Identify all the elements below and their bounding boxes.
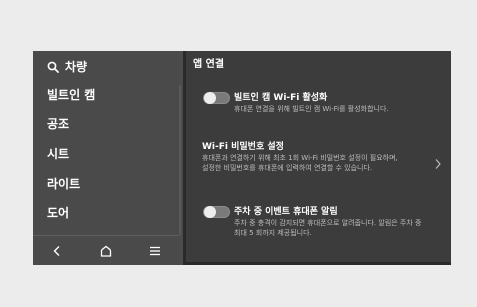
setting-description-line-2: 최대 5 회까지 제공됩니다.	[234, 229, 312, 237]
panel-title: 앱 연결	[193, 59, 225, 70]
setting-description-line-1: 휴대폰과 연결하기 위해 최초 1회 Wi-Fi 비밀번호 설정이 필요하며,	[202, 154, 398, 162]
home-button[interactable]	[95, 240, 117, 262]
car-settings-screen: 차량 빌트인 캠 공조 시트 라이트 도어 앱 연결 빌트인 캠 Wi-Fi 활…	[33, 51, 451, 265]
navigation-bar	[33, 237, 179, 265]
chevron-right-icon	[435, 159, 441, 169]
sidebar-item-door[interactable]: 도어	[47, 204, 69, 221]
setting-description-line-2: 설정한 비밀번호를 휴대폰에 입력하여 연결할 수 있습니다.	[202, 164, 373, 172]
sidebar-item-seat[interactable]: 시트	[47, 145, 69, 162]
menu-icon	[149, 246, 160, 256]
setting-wifi-password[interactable]: Wi-Fi 비밀번호 설정 휴대폰과 연결하기 위해 최초 1회 Wi-Fi 비…	[186, 136, 450, 180]
sidebar: 차량 빌트인 캠 공조 시트 라이트 도어	[33, 51, 179, 265]
setting-description: 휴대폰 연결을 위해 빌트인 캠 Wi-Fi를 활성화합니다.	[234, 105, 389, 113]
toggle-knob	[204, 206, 216, 218]
back-icon	[53, 246, 60, 256]
home-icon	[100, 245, 112, 257]
sidebar-search-label: 차량	[65, 60, 88, 74]
wifi-enable-toggle[interactable]	[203, 92, 230, 104]
setting-parking-alert[interactable]: 주차 중 이벤트 휴대폰 알림 주차 중 충격이 감지되면 휴대폰으로 알려줍니…	[186, 201, 450, 243]
scroll-divider	[179, 85, 181, 235]
sidebar-item-climate[interactable]: 공조	[47, 115, 69, 132]
parking-alert-toggle[interactable]	[203, 206, 230, 218]
setting-title: 주차 중 이벤트 휴대폰 알림	[234, 207, 338, 217]
sidebar-search[interactable]: 차량	[47, 58, 87, 75]
setting-title: 빌트인 캠 Wi-Fi 활성화	[234, 93, 328, 103]
sidebar-item-builtin-cam[interactable]: 빌트인 캠	[47, 86, 95, 103]
toggle-knob	[204, 92, 216, 104]
back-button[interactable]	[46, 240, 68, 262]
setting-description-line-1: 주차 중 충격이 감지되면 휴대폰으로 알려줍니다. 알림은 주차 중	[234, 219, 422, 227]
menu-button[interactable]	[144, 240, 166, 262]
sidebar-item-light[interactable]: 라이트	[47, 175, 80, 192]
sidebar-divider	[33, 235, 179, 236]
search-icon	[47, 61, 59, 73]
app-connection-panel: 앱 연결 빌트인 캠 Wi-Fi 활성화 휴대폰 연결을 위해 빌트인 캠 Wi…	[183, 51, 451, 265]
setting-title: Wi-Fi 비밀번호 설정	[202, 142, 284, 152]
setting-wifi-enable[interactable]: 빌트인 캠 Wi-Fi 활성화 휴대폰 연결을 위해 빌트인 캠 Wi-Fi를 …	[186, 87, 450, 121]
